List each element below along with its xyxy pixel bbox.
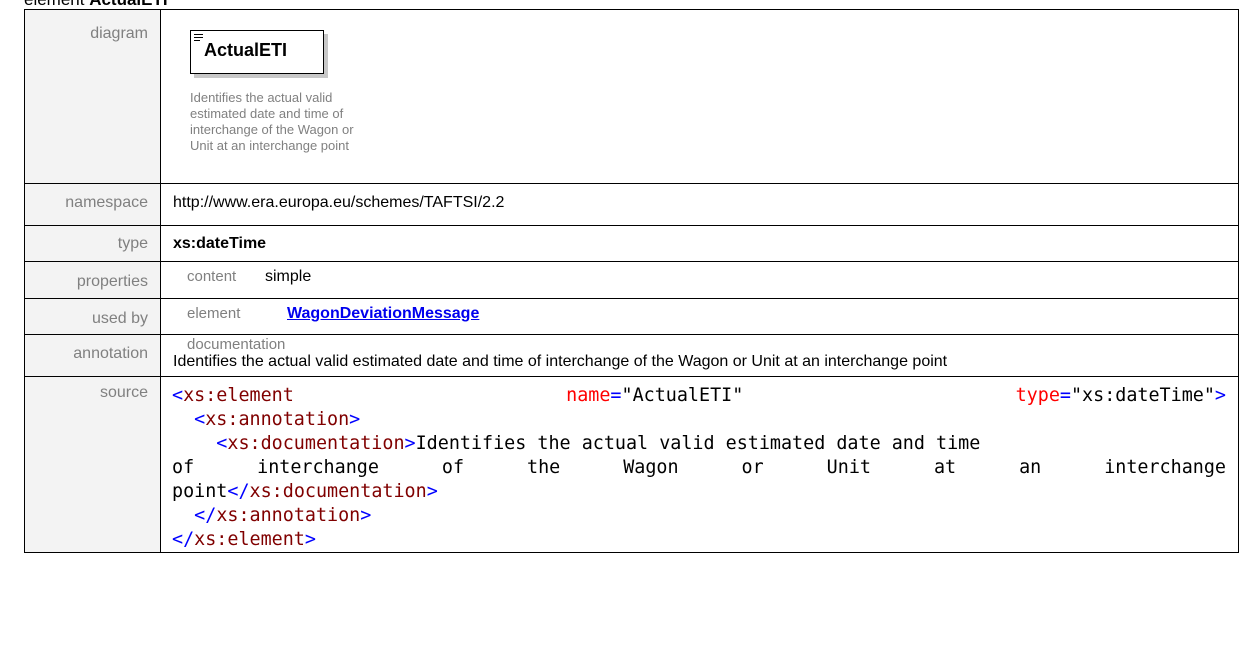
used-by-key: element <box>187 305 241 322</box>
namespace-value: http://www.era.europa.eu/schemes/TAFTSI/… <box>173 194 505 211</box>
source-line-2: <xs:annotation> <box>194 409 361 430</box>
property-value: simple <box>265 268 312 285</box>
source-label: source <box>99 384 148 401</box>
heading-element-name: ActualETI <box>89 0 167 9</box>
source-code: <xs:element name="ActualETI" type="xs:da… <box>161 377 1238 552</box>
property-key: content <box>187 268 237 285</box>
source-line-3: <xs:documentation>Identifies the actual … <box>216 433 981 454</box>
source-line-7: </xs:element> <box>172 529 316 550</box>
element-box-name: ActualETI <box>204 40 288 60</box>
type-label: type <box>117 235 148 252</box>
element-doc-table: diagram ActualETI Identifies the actual … <box>24 9 1239 553</box>
namespace-label: namespace <box>65 194 148 211</box>
annotation-value: Identifies the actual valid estimated da… <box>173 353 948 370</box>
element-box[interactable]: ActualETI <box>190 30 324 74</box>
annotation-label: annotation <box>73 345 148 362</box>
namespace-row: namespace http://www.era.europa.eu/schem… <box>24 183 1239 226</box>
element-diagram: ActualETI Identifies the actual valid es… <box>161 10 1238 183</box>
source-row: source <xs:element name="ActualETI" type… <box>24 376 1239 553</box>
heading-prefix: element <box>24 0 89 9</box>
used-by-row: used by element WagonDeviationMessage <box>24 298 1239 335</box>
type-value: xs:dateTime <box>173 235 267 252</box>
diagram-row: diagram ActualETI Identifies the actual … <box>24 9 1239 184</box>
used-by-label: used by <box>91 310 148 327</box>
annotation-key: documentation <box>187 336 286 353</box>
element-diagram-doc: Identifies the actual valid estimated da… <box>190 90 354 153</box>
properties-row: properties content simple <box>24 261 1239 299</box>
diagram-label: diagram <box>90 25 148 42</box>
used-by-link[interactable]: WagonDeviationMessage <box>287 305 479 322</box>
properties-label: properties <box>76 273 148 290</box>
element-doc-icon <box>194 34 203 43</box>
annotation-row: annotation documentation Identifies the … <box>24 334 1239 377</box>
source-line-4: of interchange of the Wagon or Unit at an interch… <box>172 457 1226 478</box>
source-line-1: <xs:element name="ActualETI" type="xs:da… <box>172 385 1226 406</box>
source-line-5: point</xs:documentation> <box>172 481 438 502</box>
source-line-6: </xs:annotation> <box>194 505 372 526</box>
type-row: type xs:dateTime <box>24 225 1239 262</box>
